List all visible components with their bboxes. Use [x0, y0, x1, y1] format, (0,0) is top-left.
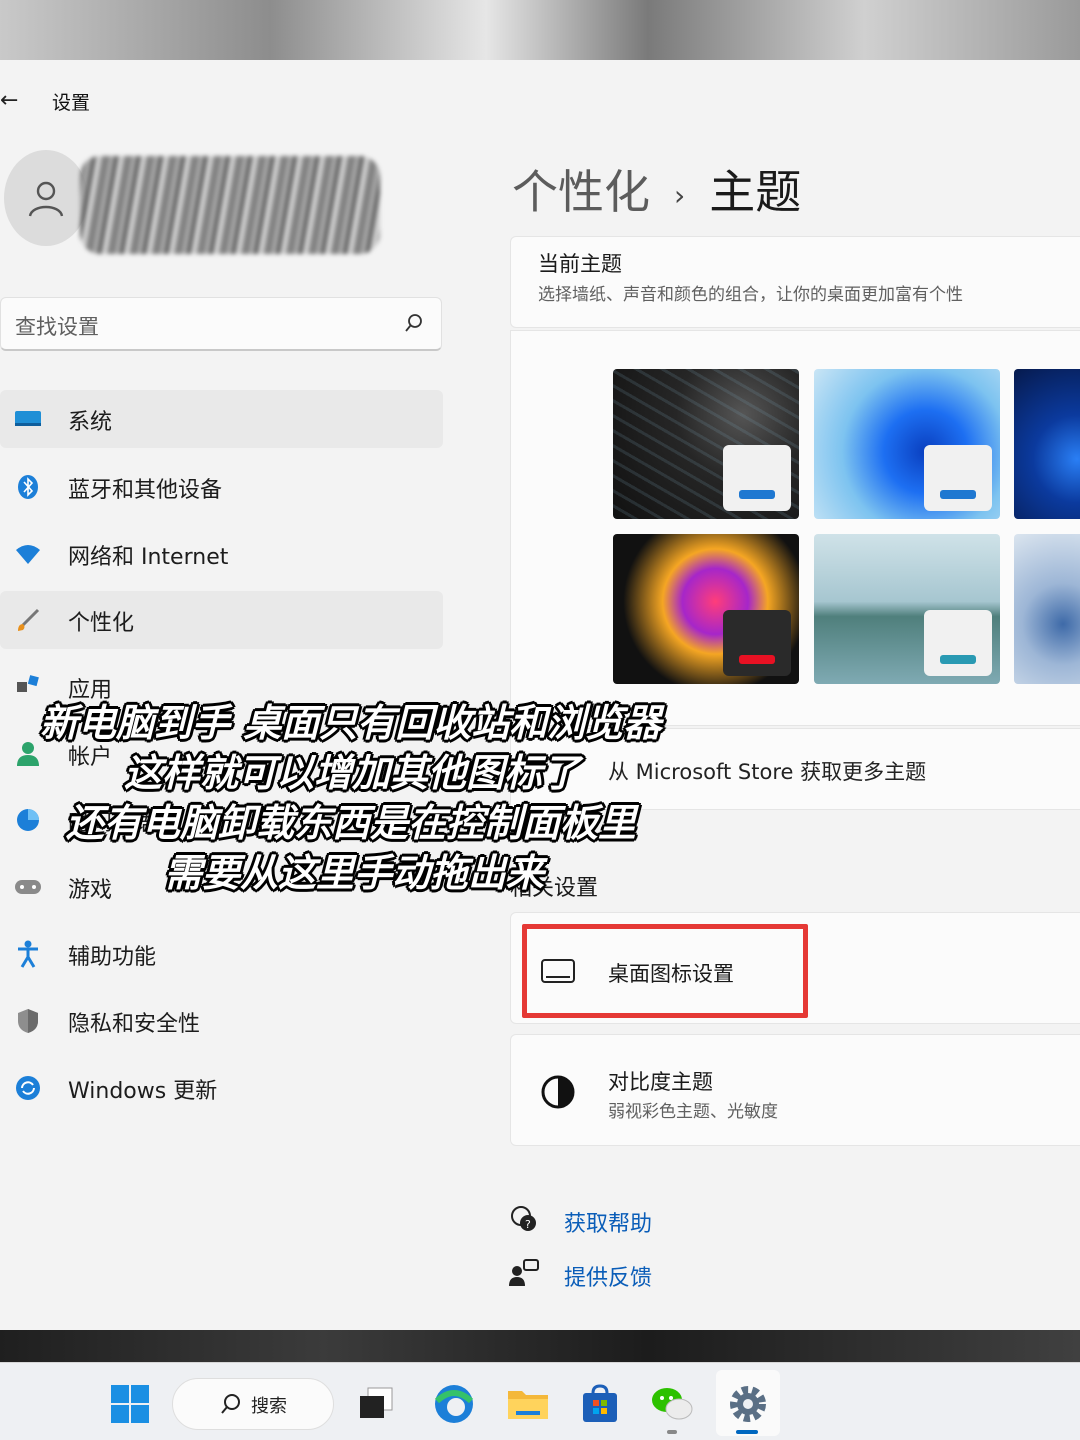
current-theme-subtitle: 选择墙纸、声音和颜色的组合，让你的桌面更加富有个性: [538, 285, 963, 305]
sidebar-item-network[interactable]: 网络和 Internet: [0, 525, 443, 583]
sidebar-item-label: 蓝牙和其他设备: [68, 478, 223, 503]
search-placeholder: 查找设置: [15, 315, 99, 339]
bluetooth-icon: [14, 474, 42, 500]
monitor-icon: [14, 406, 42, 432]
sidebar-item-label: 隐私和安全性: [68, 1012, 201, 1037]
edge-button[interactable]: [430, 1380, 478, 1428]
task-view-icon: [360, 1387, 393, 1418]
microsoft-store-link[interactable]: 从 Microsoft Store 获取更多主题: [608, 756, 926, 786]
folder-icon: [508, 1391, 548, 1419]
theme-thumbnail[interactable]: [1014, 534, 1080, 684]
shield-icon: [14, 1008, 42, 1034]
contrast-themes-label: 对比度主题: [608, 1070, 713, 1094]
sidebar-item-system[interactable]: 系统: [0, 390, 443, 448]
paintbrush-icon: [14, 607, 42, 633]
contrast-themes-row[interactable]: [510, 1034, 1080, 1146]
sidebar-item-label: Windows 更新: [68, 1079, 218, 1104]
breadcrumb: 个性化 › 主题: [512, 156, 801, 222]
avatar[interactable]: [4, 150, 88, 246]
desktop-wallpaper-bottom: [0, 1330, 1080, 1364]
caption-line: 需要从这里手动拖出来: [164, 851, 545, 895]
running-indicator: [667, 1430, 677, 1434]
settings-button[interactable]: [724, 1380, 772, 1428]
svg-text:?: ?: [525, 1218, 531, 1231]
taskbar-search-label: 搜索: [251, 1396, 287, 1417]
task-view-button[interactable]: [352, 1380, 400, 1428]
contrast-themes-description: 弱视彩色主题、光敏度: [608, 1102, 778, 1122]
gamepad-icon: [14, 874, 42, 900]
caption-line: 还有电脑卸载东西是在控制面板里: [66, 801, 637, 845]
sidebar-item-bluetooth[interactable]: 蓝牙和其他设备: [0, 458, 443, 516]
taskbar-search[interactable]: 搜索: [172, 1378, 334, 1430]
theme-thumbnail[interactable]: [814, 369, 1000, 519]
apps-icon: [14, 674, 42, 700]
chevron-right-icon: ›: [674, 179, 686, 212]
caption-line: 这样就可以增加其他图标了: [124, 751, 581, 795]
profile-name-redacted: [80, 156, 380, 254]
get-help-icon: ?: [511, 1206, 536, 1231]
sidebar-item-accessibility[interactable]: 辅助功能: [0, 925, 443, 983]
get-help-link[interactable]: 获取帮助: [564, 1206, 652, 1238]
search-input[interactable]: 查找设置: [0, 297, 442, 351]
window-title: 设置: [52, 92, 91, 114]
contrast-icon: [541, 1075, 575, 1109]
user-icon: [28, 181, 64, 217]
page-title: 主题: [709, 165, 802, 219]
sidebar-item-label: 个性化: [68, 611, 135, 636]
sidebar-item-label: 系统: [68, 410, 113, 435]
wechat-icon: [652, 1388, 693, 1420]
back-arrow-icon[interactable]: ←: [0, 88, 18, 113]
sidebar-item-label: 辅助功能: [68, 945, 157, 970]
update-icon: [14, 1075, 42, 1101]
globe-clock-icon: [14, 807, 42, 833]
file-explorer-button[interactable]: [504, 1380, 552, 1428]
edge-browser-icon: [434, 1385, 474, 1423]
wifi-icon: [14, 541, 42, 567]
theme-thumbnail[interactable]: [613, 369, 799, 519]
windows-logo-icon: [111, 1385, 149, 1423]
microsoft-store-button[interactable]: [576, 1380, 624, 1428]
wechat-button[interactable]: [648, 1380, 696, 1428]
sidebar-item-privacy[interactable]: 隐私和安全性: [0, 992, 443, 1050]
desktop-wallpaper: [0, 0, 1080, 62]
active-app-indicator: [736, 1430, 758, 1434]
current-theme-title: 当前主题: [538, 252, 622, 276]
search-icon: [405, 314, 422, 332]
search-icon: [221, 1394, 240, 1414]
feedback-link[interactable]: 提供反馈: [564, 1260, 652, 1292]
theme-thumbnail[interactable]: [613, 534, 799, 684]
highlight-box: [522, 924, 808, 1018]
sidebar-item-personalization[interactable]: 个性化: [0, 591, 443, 649]
sidebar-item-label: 游戏: [68, 878, 113, 903]
start-button[interactable]: [106, 1380, 154, 1428]
caption-line: 新电脑到手 桌面只有回收站和浏览器: [40, 701, 662, 745]
theme-thumbnail[interactable]: [814, 534, 1000, 684]
theme-thumbnail[interactable]: [1014, 369, 1080, 519]
accessibility-icon: [14, 940, 42, 968]
breadcrumb-parent[interactable]: 个性化: [512, 165, 650, 219]
sidebar-item-windows-update[interactable]: Windows 更新: [0, 1059, 443, 1117]
store-bag-icon: [583, 1384, 617, 1422]
gear-icon: [730, 1386, 766, 1422]
person-icon: [14, 741, 42, 767]
feedback-icon: [509, 1259, 539, 1286]
sidebar-item-label: 网络和 Internet: [68, 545, 229, 570]
